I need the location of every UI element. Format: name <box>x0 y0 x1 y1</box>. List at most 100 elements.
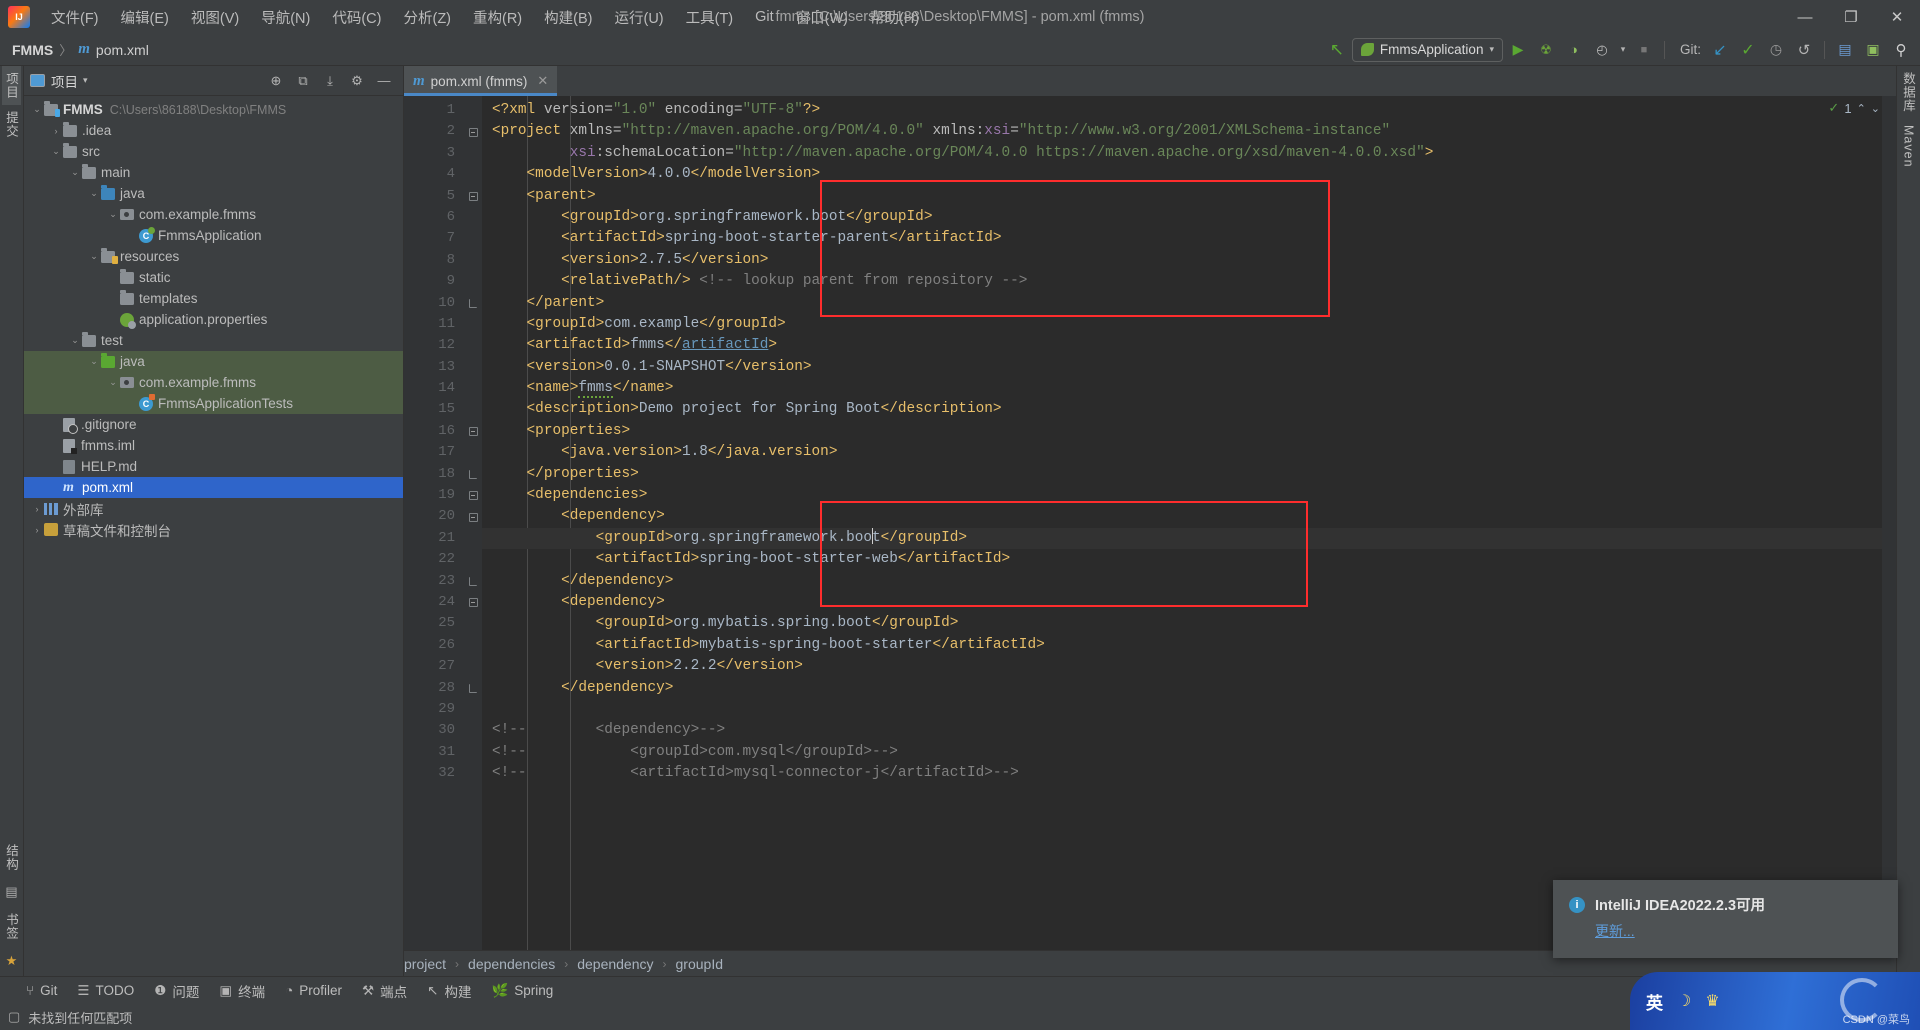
build-hammer-icon[interactable]: ↖ <box>1324 38 1350 62</box>
tree-node[interactable]: static <box>24 267 403 288</box>
search-everywhere-icon[interactable]: ⚲ <box>1888 38 1914 62</box>
fold-marker-icon[interactable] <box>464 485 482 506</box>
collapse-all-icon[interactable]: ⤓ <box>317 69 343 93</box>
run-icon[interactable]: ▶ <box>1505 38 1531 62</box>
rail-item-project[interactable]: 项目 <box>2 66 21 105</box>
git-rollback-icon[interactable]: ↺ <box>1791 38 1817 62</box>
tree-node[interactable]: › .idea <box>24 120 403 141</box>
favorites-star-icon[interactable]: ★ <box>6 946 18 976</box>
tree-node[interactable]: ⌄ com.example.fmms <box>24 204 403 225</box>
code-line[interactable]: <?xml version="1.0" encoding="UTF-8"?> <box>482 100 1896 121</box>
chevron-down-icon[interactable]: ⌄ <box>68 335 82 346</box>
chevron-down-icon[interactable]: ⌄ <box>68 167 82 178</box>
fold-marker-icon[interactable] <box>464 186 482 207</box>
menu-build[interactable]: 构建(B) <box>533 3 603 32</box>
ime-indicator[interactable]: 英 ☽ ♛ CSDN @菜鸟 <box>1630 972 1920 1030</box>
code-line[interactable]: <groupId>com.example</groupId> <box>482 314 1896 335</box>
breadcrumb-item-dependency[interactable]: dependency <box>577 956 653 972</box>
code-line[interactable]: <dependency> <box>482 592 1896 613</box>
fold-marker-icon[interactable] <box>464 592 482 613</box>
code-line[interactable]: <artifactId>spring-boot-starter-parent</… <box>482 228 1896 249</box>
tree-node[interactable]: application.properties <box>24 309 403 330</box>
breadcrumb-item-dependencies[interactable]: dependencies <box>468 956 555 972</box>
tool-window-git[interactable]: ⑂ Git <box>26 983 57 998</box>
tree-node[interactable]: C FmmsApplicationTests <box>24 393 403 414</box>
maximize-restore-button[interactable]: ❐ <box>1828 0 1874 34</box>
tree-node[interactable]: m pom.xml <box>24 477 403 498</box>
breadcrumb-item-groupid[interactable]: groupId <box>676 956 723 972</box>
code-line[interactable]: <parent> <box>482 186 1896 207</box>
chevron-right-icon[interactable]: › <box>49 126 63 136</box>
tree-node[interactable]: ⌄ com.example.fmms <box>24 372 403 393</box>
rail-item-bookmarks[interactable]: 书签 <box>2 907 21 946</box>
project-structure-icon[interactable]: ▤ <box>1832 38 1858 62</box>
tool-window-problems[interactable]: ❶ 问题 <box>154 981 199 1001</box>
nav-file-name[interactable]: pom.xml <box>96 42 149 58</box>
code-line[interactable]: <!-- <dependency>--> <box>482 720 1896 741</box>
code-line[interactable]: <description>Demo project for Spring Boo… <box>482 399 1896 420</box>
tree-node[interactable]: ⌄ resources <box>24 246 403 267</box>
run-with-coverage-icon[interactable]: ◑ <box>1561 38 1587 62</box>
menu-file[interactable]: 文件(F) <box>40 3 110 32</box>
rail-item-structure[interactable]: 结构 <box>2 838 21 877</box>
profiler-chevron-down-icon[interactable]: ▾ <box>1617 38 1629 62</box>
tab-pom-xml[interactable]: m pom.xml (fmms) ✕ <box>404 66 558 96</box>
tree-node[interactable]: ⌄ FMMS C:\Users\86188\Desktop\FMMS <box>24 99 403 120</box>
code-editor[interactable]: 1 2 3 4 5 6 7 8 9 10 11 12 13 14 15 16 17 18 19 20 21 22 23 24 2… <box>404 96 1896 950</box>
git-update-icon[interactable]: ↙ <box>1707 38 1733 62</box>
code-line[interactable]: xsi:schemaLocation="http://maven.apache.… <box>482 143 1896 164</box>
code-line[interactable]: </dependency> <box>482 571 1896 592</box>
chevron-down-icon[interactable]: ⌄ <box>87 188 101 199</box>
code-line[interactable]: <!-- <groupId>com.mysql</groupId>--> <box>482 742 1896 763</box>
tree-node[interactable]: ⌄ src <box>24 141 403 162</box>
tool-window-endpoints[interactable]: ⚒ 端点 <box>362 981 407 1001</box>
menu-refactor[interactable]: 重构(R) <box>462 3 533 32</box>
code-line[interactable]: <artifactId>fmms</artifactId> <box>482 335 1896 356</box>
fold-marker-icon[interactable] <box>464 293 482 314</box>
menu-help[interactable]: 帮助(H) <box>859 3 930 32</box>
terminal-toggle-icon[interactable]: ▣ <box>1860 38 1886 62</box>
code-line[interactable]: <groupId>org.springframework.boot</group… <box>482 527 1896 550</box>
stop-icon[interactable]: ■ <box>1631 38 1657 62</box>
chevron-down-icon[interactable]: ⌄ <box>49 146 63 157</box>
chevron-down-icon[interactable]: ⌄ <box>106 377 120 388</box>
run-configuration-selector[interactable]: FmmsApplication ▾ <box>1351 37 1503 62</box>
menu-analyze[interactable]: 分析(Z) <box>392 3 462 32</box>
menu-tools[interactable]: 工具(T) <box>675 3 745 32</box>
chevron-down-icon[interactable]: ⌄ <box>30 104 44 115</box>
fold-marker-icon[interactable] <box>464 121 482 142</box>
menu-edit[interactable]: 编辑(E) <box>110 3 180 32</box>
tool-window-terminal[interactable]: ▣ 终端 <box>219 981 265 1001</box>
fold-marker-icon[interactable] <box>464 678 482 699</box>
editor-right-gutter[interactable] <box>1882 96 1896 950</box>
menu-view[interactable]: 视图(V) <box>180 3 250 32</box>
code-line[interactable]: <version>2.7.5</version> <box>482 250 1896 271</box>
tree-node[interactable]: ⌄ test <box>24 330 403 351</box>
inspection-widget[interactable]: ✓ 1 ⌃ ⌄ <box>1828 100 1880 116</box>
code-line[interactable]: <version>0.0.1-SNAPSHOT</version> <box>482 357 1896 378</box>
nav-project-name[interactable]: FMMS <box>12 42 53 58</box>
tree-node[interactable]: › 草稿文件和控制台 <box>24 519 403 540</box>
code-line[interactable]: <artifactId>mybatis-spring-boot-starter<… <box>482 635 1896 656</box>
fold-marker-icon[interactable] <box>464 571 482 592</box>
close-tab-icon[interactable]: ✕ <box>537 73 548 89</box>
close-button[interactable]: ✕ <box>1874 0 1920 34</box>
chevron-right-icon[interactable]: › <box>30 525 44 535</box>
tree-node[interactable]: .gitignore <box>24 414 403 435</box>
code-line[interactable]: <artifactId>spring-boot-starter-web</art… <box>482 549 1896 570</box>
code-line[interactable]: </parent> <box>482 293 1896 314</box>
minimize-button[interactable]: — <box>1782 0 1828 34</box>
gear-icon[interactable]: ⚙ <box>344 69 370 93</box>
tree-node[interactable]: fmms.iml <box>24 435 403 456</box>
tree-node[interactable]: HELP.md <box>24 456 403 477</box>
code-line[interactable]: <java.version>1.8</java.version> <box>482 442 1896 463</box>
chevron-right-icon[interactable]: › <box>30 504 44 514</box>
code-line[interactable]: <groupId>org.springframework.boot</group… <box>482 207 1896 228</box>
tree-node[interactable]: › 外部库 <box>24 498 403 519</box>
hide-panel-icon[interactable]: — <box>371 69 397 93</box>
code-content[interactable]: <?xml version="1.0" encoding="UTF-8"?> <p… <box>482 96 1896 950</box>
code-line[interactable]: <dependency> <box>482 506 1896 527</box>
breadcrumb-item-project[interactable]: project <box>404 956 446 972</box>
code-line[interactable]: </properties> <box>482 464 1896 485</box>
menu-git[interactable]: Git <box>744 5 785 29</box>
